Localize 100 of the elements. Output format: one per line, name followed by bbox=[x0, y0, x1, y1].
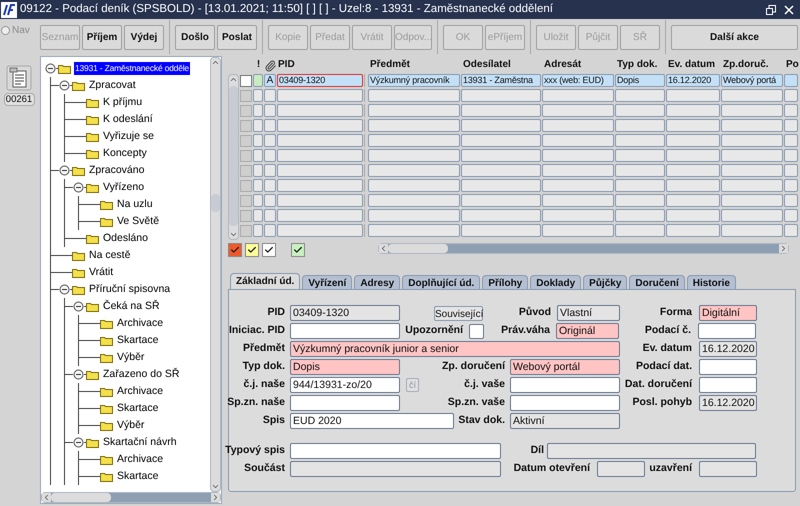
input-field[interactable] bbox=[699, 359, 757, 375]
related-button[interactable]: Související bbox=[434, 306, 483, 320]
table-row[interactable] bbox=[240, 104, 800, 117]
input-field[interactable]: 16.12.2020 bbox=[699, 341, 757, 357]
table-row[interactable] bbox=[240, 89, 800, 102]
toolbar-button[interactable]: Příjem bbox=[82, 24, 122, 50]
input-field[interactable] bbox=[547, 443, 756, 459]
collapse-icon[interactable] bbox=[73, 369, 84, 380]
scrollbar-thumb[interactable] bbox=[229, 86, 238, 226]
scrollbar[interactable] bbox=[41, 492, 221, 503]
checkbox[interactable] bbox=[240, 150, 252, 162]
table-row[interactable] bbox=[240, 149, 800, 162]
input-field[interactable]: Výzkumný pracovník junior a senior bbox=[290, 341, 620, 357]
scrollbar-thumb[interactable] bbox=[388, 244, 448, 253]
checkbox[interactable] bbox=[240, 74, 252, 86]
tree-item[interactable]: Výběr bbox=[116, 418, 146, 434]
table-row[interactable] bbox=[240, 134, 800, 147]
table-cell[interactable] bbox=[277, 224, 363, 237]
checkbox[interactable] bbox=[240, 194, 252, 206]
scroll-right-icon[interactable] bbox=[211, 493, 220, 502]
tree-item[interactable]: 13931 - Zaměstnanecké odděle bbox=[74, 62, 190, 75]
input-field[interactable] bbox=[290, 443, 501, 459]
tree-item[interactable]: Archivace bbox=[116, 316, 164, 332]
input-field[interactable] bbox=[698, 323, 756, 339]
input-field[interactable]: Digitální bbox=[699, 305, 757, 321]
scrollbar[interactable] bbox=[228, 74, 239, 240]
collapse-icon[interactable] bbox=[73, 301, 84, 312]
collapse-icon[interactable] bbox=[59, 165, 70, 176]
scrollbar-thumb[interactable] bbox=[51, 493, 111, 502]
collapse-icon[interactable] bbox=[73, 182, 84, 193]
tab[interactable]: Základní úd. bbox=[230, 273, 300, 289]
tree-item[interactable]: Zpracovat bbox=[88, 78, 137, 94]
tree-item[interactable]: K příjmu bbox=[102, 94, 144, 110]
toolbar-button[interactable]: Výdej bbox=[124, 24, 164, 50]
toolbar-button[interactable]: Došlo bbox=[175, 24, 215, 50]
filter-checkbox[interactable] bbox=[291, 243, 305, 257]
input-field[interactable] bbox=[699, 461, 757, 477]
tree-item[interactable]: Výběr bbox=[116, 350, 146, 366]
tab[interactable]: Adresy bbox=[354, 275, 400, 289]
tree-item[interactable]: Vyřízeno bbox=[102, 180, 146, 196]
filter-checkbox[interactable] bbox=[245, 243, 259, 257]
collapse-icon[interactable] bbox=[59, 284, 70, 295]
tree-item[interactable]: Na cestě bbox=[88, 248, 132, 264]
collapse-icon[interactable] bbox=[59, 80, 70, 91]
scroll-left-icon[interactable] bbox=[42, 493, 51, 502]
input-field[interactable] bbox=[290, 323, 400, 339]
table-row[interactable] bbox=[240, 194, 800, 207]
scroll-left-icon[interactable] bbox=[379, 244, 388, 253]
input-field[interactable] bbox=[699, 377, 757, 393]
input-field[interactable]: 16.12.2020 bbox=[699, 395, 757, 411]
input-field[interactable] bbox=[597, 461, 645, 477]
table-cell[interactable] bbox=[277, 194, 363, 207]
checkbox[interactable] bbox=[240, 210, 252, 222]
scroll-down-icon[interactable] bbox=[211, 482, 220, 491]
tab[interactable]: Doplňující úd. bbox=[402, 275, 480, 289]
collapse-icon[interactable] bbox=[45, 63, 56, 74]
close-icon[interactable] bbox=[784, 4, 794, 14]
table-cell[interactable] bbox=[277, 209, 363, 222]
input-field[interactable] bbox=[510, 395, 620, 411]
input-field[interactable] bbox=[290, 395, 400, 411]
radio-button[interactable] bbox=[1, 26, 10, 35]
scrollbar[interactable] bbox=[378, 243, 789, 254]
filter-checkbox[interactable] bbox=[228, 243, 242, 257]
table-cell[interactable] bbox=[277, 119, 363, 132]
tree-item[interactable]: Skartace bbox=[116, 468, 160, 484]
input-field[interactable] bbox=[290, 461, 501, 477]
tree-item[interactable]: Skartační návrh bbox=[102, 434, 178, 450]
tree-item[interactable]: Vrátit bbox=[88, 264, 114, 280]
tree-item[interactable]: Ve Světě bbox=[116, 214, 160, 230]
input-field[interactable]: 944/13931-zo/20 bbox=[290, 377, 400, 393]
scroll-right-icon[interactable] bbox=[779, 244, 788, 253]
tree-item[interactable]: Čeká na SŘ bbox=[102, 298, 161, 314]
checkbox[interactable] bbox=[240, 90, 252, 102]
restore-icon[interactable] bbox=[766, 4, 776, 14]
table-row[interactable] bbox=[240, 119, 800, 132]
input-field[interactable]: Aktivní bbox=[510, 413, 620, 429]
tree-item[interactable]: Odesláno bbox=[102, 230, 149, 246]
tree-item[interactable]: Vyřizuje se bbox=[102, 128, 155, 144]
table-cell[interactable] bbox=[277, 179, 363, 192]
tree-item[interactable]: Skartace bbox=[116, 400, 160, 416]
tree-item[interactable]: Archivace bbox=[116, 452, 164, 468]
table-row[interactable]: A 03409-1320 Výzkumný pracovník 13931 - Zaměstna xxx (web: EUD) Dopis 16.12.2020 Webový portá bbox=[240, 74, 800, 87]
collapse-icon[interactable] bbox=[73, 437, 84, 448]
counter-button[interactable]: 00261 bbox=[4, 93, 34, 106]
tab[interactable]: Půjčky bbox=[583, 275, 628, 289]
table-row[interactable] bbox=[240, 179, 800, 192]
tree-item[interactable]: Koncepty bbox=[102, 146, 148, 162]
filter-checkbox[interactable] bbox=[262, 243, 276, 257]
table-cell[interactable] bbox=[277, 134, 363, 147]
checkbox[interactable] bbox=[240, 180, 252, 192]
input-field[interactable]: EUD 2020 bbox=[290, 413, 454, 429]
document-icon[interactable] bbox=[6, 65, 32, 91]
table-cell[interactable]: 03409-1320 bbox=[277, 74, 363, 87]
tab[interactable]: Přílohy bbox=[482, 275, 528, 289]
table-cell[interactable] bbox=[277, 104, 363, 117]
table-cell[interactable] bbox=[277, 89, 363, 102]
toolbar-button[interactable]: Další akce bbox=[671, 24, 798, 50]
input-field[interactable]: Dopis bbox=[290, 359, 400, 375]
toolbar-button[interactable]: Poslat bbox=[217, 24, 257, 50]
tree-item[interactable]: Zařazeno do SŘ bbox=[102, 366, 180, 382]
